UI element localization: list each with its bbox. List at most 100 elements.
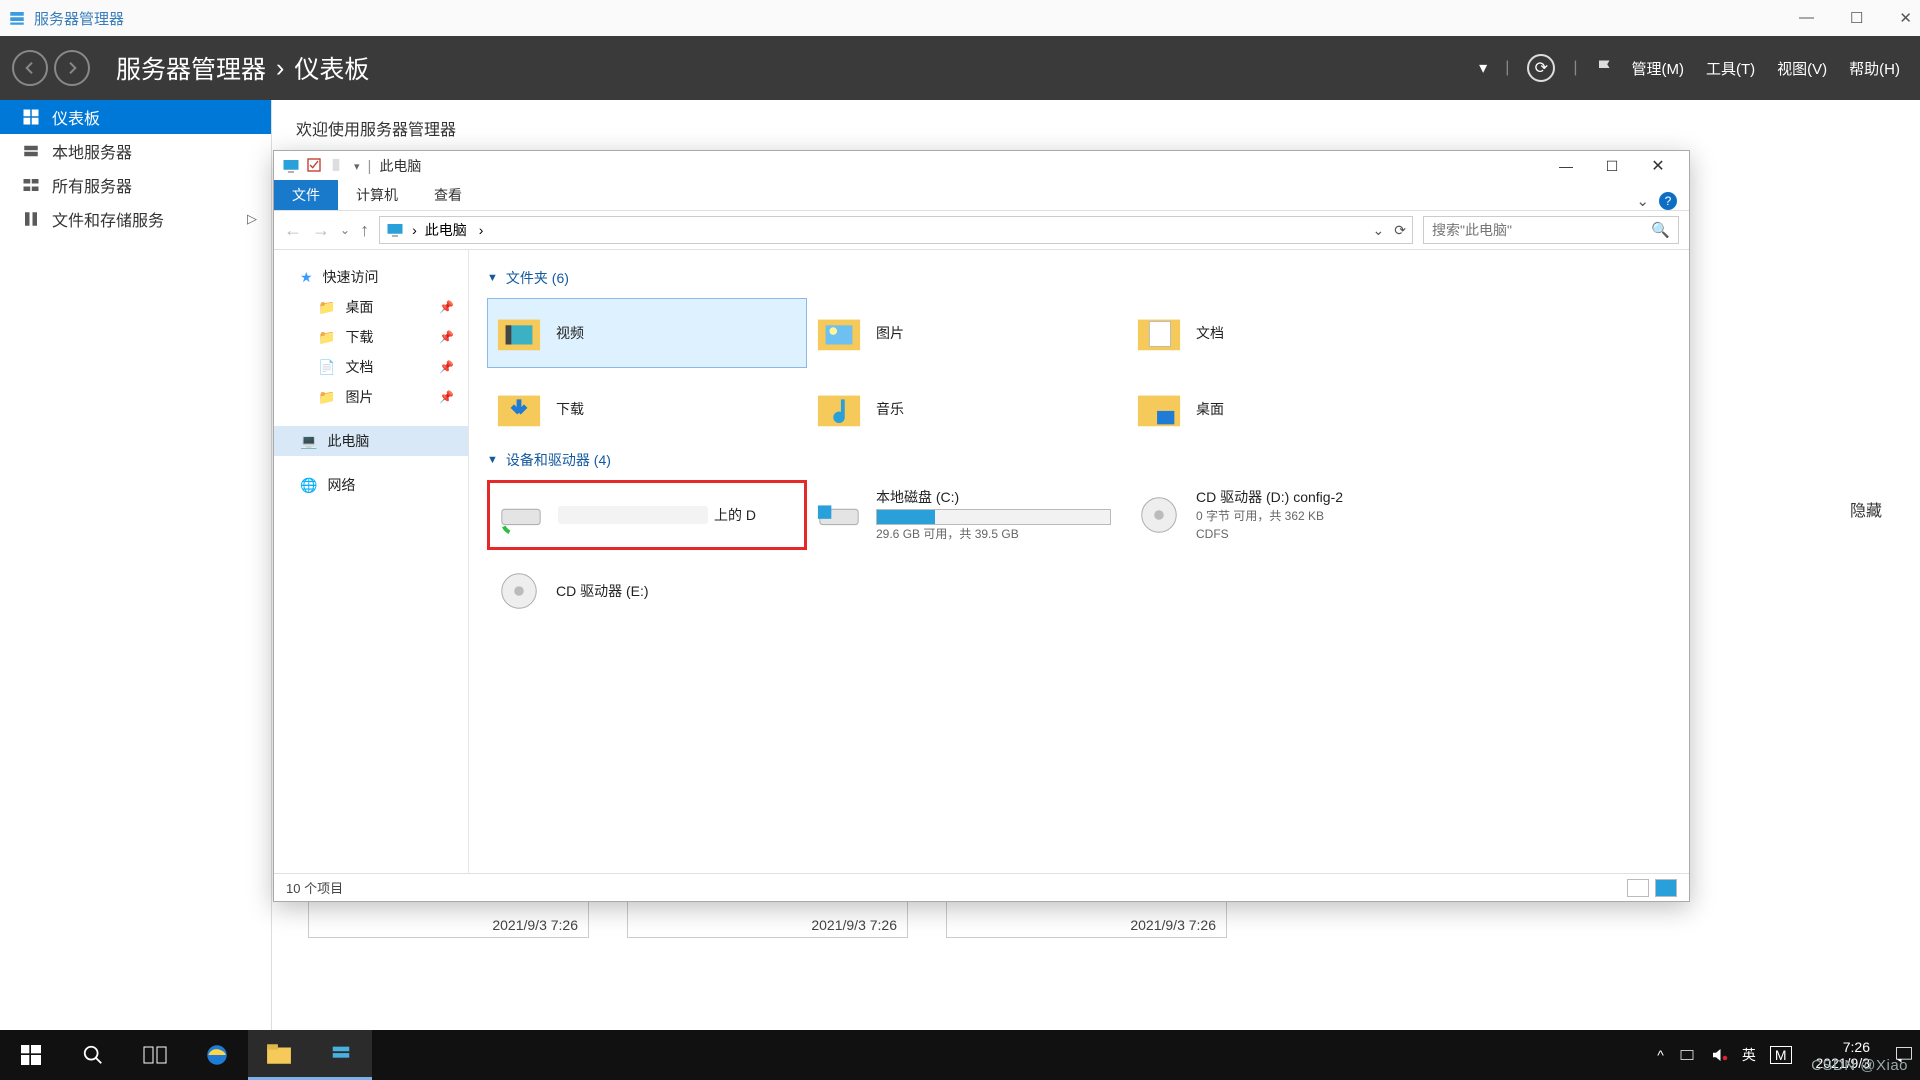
maximize-icon[interactable]: ☐: [1850, 9, 1863, 27]
menu-view[interactable]: 视图(V): [1777, 58, 1827, 79]
refresh-button[interactable]: ⟳: [1527, 54, 1555, 82]
folder-icon: 📁: [318, 329, 335, 346]
fe-status-bar: 10 个项目: [274, 873, 1689, 901]
chevron-right-icon: ›: [412, 222, 417, 238]
group-folders[interactable]: ▼文件夹 (6): [487, 268, 1671, 288]
dashboard-icon: [22, 108, 40, 126]
dropdown-icon[interactable]: [330, 157, 348, 175]
search-input[interactable]: [1432, 222, 1651, 238]
nav-item-pictures[interactable]: 📁图片📌: [274, 382, 468, 412]
card-time: 2021/9/3 7:26: [492, 917, 578, 933]
folder-item-music[interactable]: 音乐: [807, 374, 1127, 444]
ribbon-tab-computer[interactable]: 计算机: [338, 180, 416, 210]
task-view-button[interactable]: [124, 1030, 186, 1080]
nav-item-downloads[interactable]: 📁下载📌: [274, 322, 468, 352]
documents-folder-icon: [1136, 310, 1182, 356]
cd-drive-icon: [1136, 492, 1182, 538]
tray-ime-mode[interactable]: M: [1770, 1046, 1792, 1064]
folder-item-pictures[interactable]: 图片: [807, 298, 1127, 368]
flag-icon[interactable]: [1596, 59, 1614, 77]
chevron-down-icon[interactable]: ▾: [1479, 58, 1487, 78]
item-label: CD 驱动器 (E:): [556, 581, 649, 601]
chevron-right-icon[interactable]: ▷: [247, 211, 257, 227]
nav-forward-button[interactable]: →: [312, 220, 330, 241]
fe-ribbon: 文件 计算机 查看 ⌄ ?: [274, 181, 1689, 211]
hide-button[interactable]: 隐藏: [1850, 497, 1882, 521]
folder-item-documents[interactable]: 文档: [1127, 298, 1447, 368]
sidebar-item-storage[interactable]: 文件和存储服务 ▷: [0, 202, 271, 236]
checkbox-icon[interactable]: [306, 157, 324, 175]
breadcrumb-root[interactable]: 服务器管理器: [116, 50, 266, 86]
chevron-right-icon[interactable]: ›: [479, 222, 484, 238]
ribbon-tab-view[interactable]: 查看: [416, 180, 480, 210]
pin-icon: 📌: [439, 330, 454, 344]
sm-card: 2021/9/3 7:26: [946, 896, 1227, 938]
sidebar-item-dashboard[interactable]: 仪表板: [0, 100, 271, 134]
nav-quick-access[interactable]: ★ 快速访问: [274, 262, 468, 292]
search-box[interactable]: 🔍: [1423, 216, 1679, 244]
drive-item-c[interactable]: 本地磁盘 (C:) 29.6 GB 可用，共 39.5 GB: [807, 480, 1127, 550]
close-icon[interactable]: ✕: [1635, 151, 1681, 181]
tray-network-icon[interactable]: [1678, 1046, 1696, 1064]
taskbar-explorer[interactable]: [248, 1030, 310, 1080]
taskbar-ie[interactable]: [186, 1030, 248, 1080]
nav-back-button[interactable]: ←: [284, 220, 302, 241]
nav-up-button[interactable]: ↑: [360, 220, 369, 241]
nav-item-network[interactable]: 🌐网络: [274, 470, 468, 500]
menu-manage[interactable]: 管理(M): [1632, 58, 1685, 79]
sidebar-item-local-server[interactable]: 本地服务器: [0, 134, 271, 168]
forward-button[interactable]: [54, 50, 90, 86]
search-button[interactable]: [62, 1030, 124, 1080]
item-label: 桌面: [1196, 399, 1224, 419]
nav-item-desktop[interactable]: 📁桌面📌: [274, 292, 468, 322]
folder-item-videos[interactable]: 视频: [487, 298, 807, 368]
address-crumb[interactable]: 此电脑: [425, 220, 467, 240]
fe-nav-pane: ★ 快速访问 📁 桌面 📌 📁下载📌 📄文档📌 📁图片📌 💻此电脑 🌐网络: [274, 250, 469, 873]
tray-ime-lang[interactable]: 英: [1742, 1045, 1756, 1065]
group-label: 设备和驱动器 (4): [506, 450, 611, 470]
item-meta: CDFS: [1196, 525, 1343, 543]
file-explorer-window: ▾ | 此电脑 — ☐ ✕ 文件 计算机 查看 ⌄ ? ← → ⌄ ↑ › 此电…: [273, 150, 1690, 902]
watermark: CSDN @Xiao: [1811, 1057, 1908, 1074]
ribbon-tab-file[interactable]: 文件: [274, 180, 338, 210]
menu-help[interactable]: 帮助(H): [1849, 58, 1900, 79]
ribbon-expand-icon[interactable]: ⌄: [1636, 192, 1649, 210]
drive-item-redirected-d[interactable]: 上的 D: [487, 480, 807, 550]
taskbar-server-manager[interactable]: [310, 1030, 372, 1080]
videos-folder-icon: [496, 310, 542, 356]
menu-tools[interactable]: 工具(T): [1706, 58, 1755, 79]
nav-recent-button[interactable]: ⌄: [340, 223, 350, 237]
item-label: 上的 D: [714, 505, 756, 525]
drive-item-e[interactable]: CD 驱动器 (E:): [487, 556, 807, 626]
group-label: 文件夹 (6): [506, 268, 569, 288]
icons-view-button[interactable]: [1655, 879, 1677, 897]
drive-item-d[interactable]: CD 驱动器 (D:) config-2 0 字节 可用，共 362 KB CD…: [1127, 480, 1447, 550]
nav-label: 桌面: [345, 297, 373, 317]
folder-item-downloads[interactable]: 下载: [487, 374, 807, 444]
minimize-icon[interactable]: —: [1543, 151, 1589, 181]
close-icon[interactable]: ✕: [1899, 9, 1912, 27]
group-drives[interactable]: ▼ 设备和驱动器 (4): [487, 450, 1671, 470]
fe-main-view: ▼文件夹 (6) 视频 图片 文档 下载: [469, 250, 1689, 873]
tray-up-icon[interactable]: ^: [1657, 1047, 1664, 1063]
nav-item-this-pc[interactable]: 💻此电脑: [274, 426, 468, 456]
nav-item-documents[interactable]: 📄文档📌: [274, 352, 468, 382]
pin-icon: 📌: [439, 300, 454, 314]
folder-item-desktop[interactable]: 桌面: [1127, 374, 1447, 444]
sidebar-item-all-servers[interactable]: 所有服务器: [0, 168, 271, 202]
address-field[interactable]: › 此电脑 › ⌄ ⟳: [379, 216, 1413, 244]
maximize-icon[interactable]: ☐: [1589, 151, 1635, 181]
tray-volume-icon[interactable]: [1710, 1046, 1728, 1064]
back-button[interactable]: [12, 50, 48, 86]
details-view-button[interactable]: [1627, 879, 1649, 897]
qat-dropdown[interactable]: ▾: [354, 160, 360, 173]
refresh-button[interactable]: ⟳: [1394, 222, 1406, 239]
start-button[interactable]: [0, 1030, 62, 1080]
search-icon[interactable]: 🔍: [1651, 221, 1670, 239]
help-icon[interactable]: ?: [1659, 192, 1677, 210]
pictures-folder-icon: [816, 310, 862, 356]
minimize-icon[interactable]: —: [1799, 9, 1814, 27]
chevron-down-icon: ▼: [487, 454, 498, 466]
fe-address-bar: ← → ⌄ ↑ › 此电脑 › ⌄ ⟳ 🔍: [274, 211, 1689, 250]
address-dropdown[interactable]: ⌄: [1373, 222, 1385, 239]
